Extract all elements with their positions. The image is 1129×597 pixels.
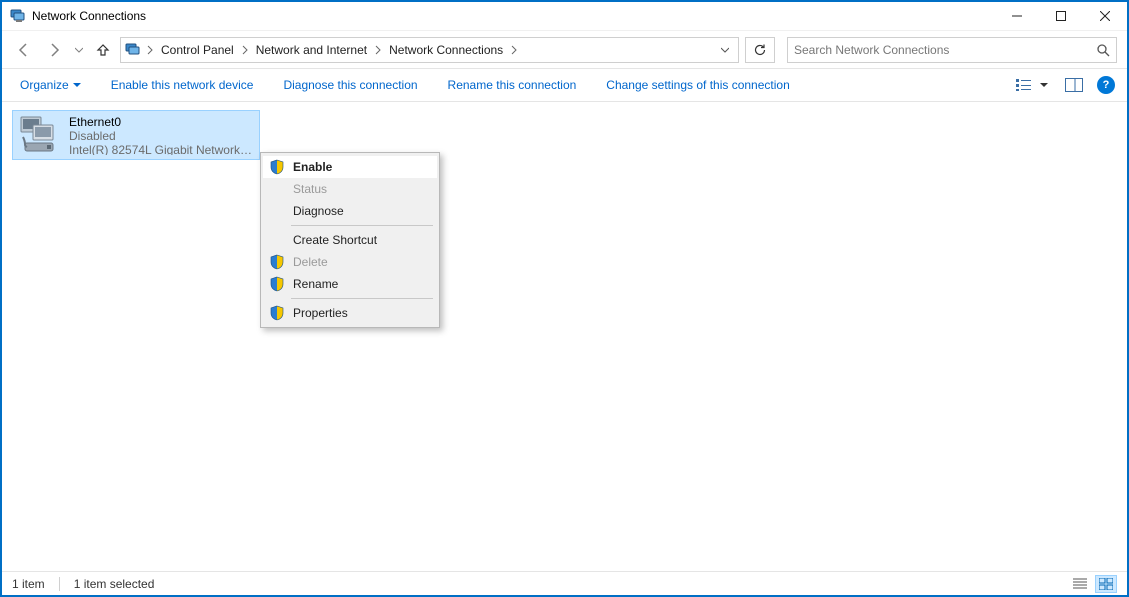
change-settings-button[interactable]: Change settings of this connection	[600, 74, 795, 96]
rename-connection-button[interactable]: Rename this connection	[442, 74, 583, 96]
address-history-dropdown[interactable]	[716, 46, 734, 54]
status-selected-count: 1 item selected	[74, 577, 155, 591]
tiles-view-button[interactable]	[1095, 575, 1117, 593]
diagnose-connection-button[interactable]: Diagnose this connection	[277, 74, 423, 96]
refresh-button[interactable]	[745, 37, 775, 63]
forward-button[interactable]	[42, 38, 66, 62]
search-box[interactable]	[787, 37, 1117, 63]
status-item-count: 1 item	[12, 577, 45, 591]
preview-pane-button[interactable]	[1061, 74, 1087, 96]
adapter-item-ethernet0[interactable]: Ethernet0 Disabled Intel(R) 82574L Gigab…	[12, 110, 260, 160]
recent-locations-dropdown[interactable]	[72, 46, 86, 54]
details-view-button[interactable]	[1069, 575, 1091, 593]
status-separator	[59, 577, 60, 591]
context-diagnose-label: Diagnose	[293, 204, 344, 218]
context-separator	[291, 225, 433, 226]
content-area[interactable]: Ethernet0 Disabled Intel(R) 82574L Gigab…	[2, 102, 1127, 571]
up-button[interactable]	[92, 39, 114, 61]
chevron-right-icon[interactable]	[509, 45, 519, 55]
search-icon[interactable]	[1096, 43, 1110, 57]
explorer-window: Network Connections Control Panel Networ…	[0, 0, 1129, 597]
address-bar[interactable]: Control Panel Network and Internet Netwo…	[120, 37, 739, 63]
shield-icon	[269, 159, 285, 175]
context-delete: Delete	[263, 251, 437, 273]
chevron-right-icon[interactable]	[373, 45, 383, 55]
chevron-down-icon	[73, 81, 81, 89]
context-delete-label: Delete	[293, 255, 328, 269]
command-bar: Organize Enable this network device Diag…	[2, 68, 1127, 102]
context-properties[interactable]: Properties	[263, 302, 437, 324]
organize-menu[interactable]: Organize	[14, 74, 87, 96]
context-status-label: Status	[293, 182, 327, 196]
adapter-name: Ethernet0	[69, 115, 253, 129]
chevron-down-icon	[1040, 81, 1048, 89]
context-rename-label: Rename	[293, 277, 338, 291]
context-diagnose[interactable]: Diagnose	[263, 200, 437, 222]
breadcrumb-network-and-internet[interactable]: Network and Internet	[252, 38, 371, 62]
location-icon	[125, 42, 141, 58]
change-view-dropdown[interactable]	[1037, 74, 1051, 96]
adapter-hardware: Intel(R) 82574L Gigabit Network C...	[69, 143, 253, 155]
help-button[interactable]: ?	[1097, 76, 1115, 94]
maximize-button[interactable]	[1039, 2, 1083, 30]
chevron-right-icon[interactable]	[240, 45, 250, 55]
context-menu: Enable Status Diagnose Create Shortcut D…	[260, 152, 440, 328]
context-enable[interactable]: Enable	[263, 156, 437, 178]
search-input[interactable]	[794, 43, 1096, 57]
enable-device-button[interactable]: Enable this network device	[105, 74, 260, 96]
minimize-button[interactable]	[995, 2, 1039, 30]
context-separator	[291, 298, 433, 299]
shield-icon	[269, 305, 285, 321]
breadcrumb-network-connections[interactable]: Network Connections	[385, 38, 507, 62]
adapter-text: Ethernet0 Disabled Intel(R) 82574L Gigab…	[69, 115, 253, 155]
context-create-shortcut-label: Create Shortcut	[293, 233, 377, 247]
breadcrumb-control-panel[interactable]: Control Panel	[157, 38, 238, 62]
context-rename[interactable]: Rename	[263, 273, 437, 295]
context-properties-label: Properties	[293, 306, 348, 320]
context-create-shortcut[interactable]: Create Shortcut	[263, 229, 437, 251]
network-connections-icon	[10, 8, 26, 24]
chevron-right-icon[interactable]	[145, 45, 155, 55]
close-button[interactable]	[1083, 2, 1127, 30]
window-title: Network Connections	[32, 9, 146, 23]
titlebar: Network Connections	[2, 2, 1127, 30]
shield-icon	[269, 276, 285, 292]
back-button[interactable]	[12, 38, 36, 62]
context-status: Status	[263, 178, 437, 200]
network-adapter-icon	[19, 115, 63, 155]
context-enable-label: Enable	[293, 160, 332, 174]
change-view-button[interactable]	[1011, 74, 1037, 96]
status-bar: 1 item 1 item selected	[2, 571, 1127, 595]
navigation-row: Control Panel Network and Internet Netwo…	[2, 30, 1127, 68]
shield-icon	[269, 254, 285, 270]
organize-label: Organize	[20, 78, 69, 92]
adapter-status: Disabled	[69, 129, 253, 143]
